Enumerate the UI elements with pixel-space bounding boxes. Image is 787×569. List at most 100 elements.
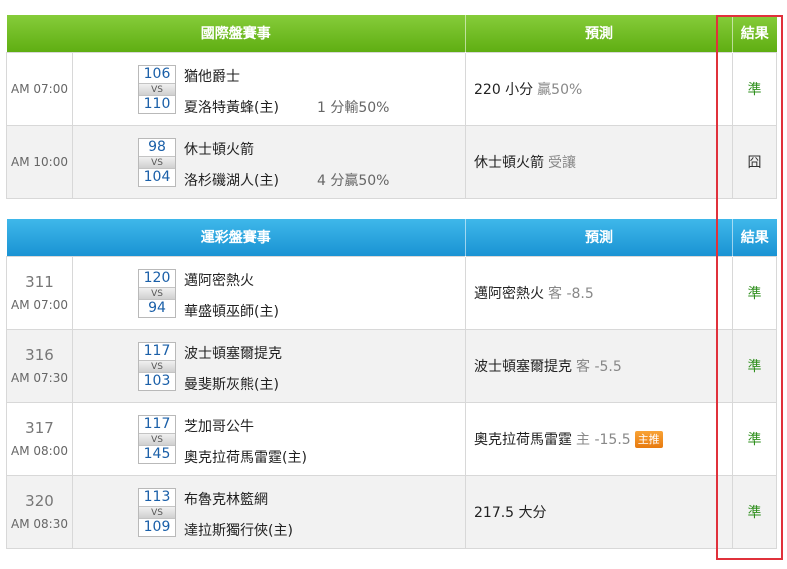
prediction-main: 邁阿密熱火 [474,285,544,302]
prediction-sub: 客 -5.5 [576,358,622,375]
vs-label: VS [139,432,175,446]
game-time: AM 07:00 [11,298,68,312]
away-team: 休士頓火箭 [184,141,254,158]
prediction-cell: 217.5 大分 [465,474,733,549]
score-box: 106 VS 110 [138,64,176,114]
result-cell: 準 [732,401,777,476]
table-row: 316 AM 07:30 117 VS 103 波士頓塞爾提克 曼斐斯灰熊(主)… [6,328,777,403]
vs-label: VS [139,155,175,169]
game-time: AM 08:30 [11,517,68,531]
away-score: 117 [143,342,171,359]
home-score: 109 [143,518,171,535]
score-box: 117 VS 145 [138,414,176,464]
prediction-cell: 220 小分 贏50% [465,51,733,126]
result-cell: 準 [732,255,777,330]
handicap-result: 4 分贏50% [317,172,390,189]
prediction-cell: 波士頓塞爾提克客 -5.5 [465,328,733,403]
home-score: 104 [143,168,171,185]
vs-label: VS [139,286,175,300]
vs-label: VS [139,505,175,519]
home-team: 達拉斯獨行俠(主) [184,522,293,539]
international-header-prediction: 預測 [465,15,733,52]
result-cell: 準 [732,51,777,126]
international-header-result: 結果 [740,26,769,43]
prediction-sub: 主 -15.5 [576,431,631,448]
away-score: 106 [143,65,171,82]
home-score: 145 [143,445,171,462]
table-row: 311 AM 07:00 120 VS 94 邁阿密熱火 華盛頓巫師(主) 邁阿… [6,255,777,330]
international-header-title: 國際盤賽事 [6,15,466,52]
match-cell: 113 VS 109 布魯克林籃網 達拉斯獨行俠(主) [72,474,466,549]
away-team: 布魯克林籃網 [184,491,268,508]
handicap-result: 1 分輸50% [317,99,390,116]
away-score: 113 [143,488,171,505]
home-team: 華盛頓巫師(主) [184,303,279,320]
score-box: 113 VS 109 [138,487,176,537]
away-score: 117 [143,415,171,432]
game-number: 311 [25,273,54,291]
score-box: 117 VS 103 [138,341,176,391]
table-row: AM 10:00 98 VS 104 休士頓火箭 洛杉磯湖人(主) 4 分贏50… [6,124,777,199]
away-team: 芝加哥公牛 [184,418,254,435]
score-box: 120 VS 94 [138,268,176,318]
match-cell: 98 VS 104 休士頓火箭 洛杉磯湖人(主) 4 分贏50% [72,124,466,199]
recommended-badge: 主推 [634,430,663,448]
home-score: 110 [143,95,171,112]
lottery-header-prediction: 預測 [465,219,733,256]
game-time: AM 08:00 [11,444,68,458]
away-team: 邁阿密熱火 [184,272,254,289]
table-row: AM 07:00 106 VS 110 猶他爵士 夏洛特黃蜂(主) 1 分輸50… [6,51,777,126]
international-table: 國際盤賽事 預測 結果 AM 07:00 106 VS 110 猶他爵士 夏洛特… [6,15,777,199]
result-cell: 準 [732,474,777,549]
prediction-main: 波士頓塞爾提克 [474,358,572,375]
result-cell: 囧 [732,124,777,199]
time-cell: 316 AM 07:30 [6,328,73,403]
prediction-cell: 邁阿密熱火客 -8.5 [465,255,733,330]
lottery-table: 運彩盤賽事 預測 結果 311 AM 07:00 120 VS 94 邁阿密熱火… [6,219,777,549]
vs-label: VS [139,82,175,96]
game-number: 317 [25,419,54,437]
prediction-sub: 受讓 [548,154,576,171]
away-score: 120 [143,269,171,286]
result-cell: 準 [732,328,777,403]
home-score: 94 [148,299,166,316]
game-time: AM 10:00 [11,154,68,169]
prediction-main: 220 小分 [474,81,534,98]
match-cell: 120 VS 94 邁阿密熱火 華盛頓巫師(主) [72,255,466,330]
vs-label: VS [139,359,175,373]
home-team: 洛杉磯湖人(主) [184,172,279,189]
prediction-main: 奧克拉荷馬雷霆 [474,431,572,448]
table-row: 320 AM 08:30 113 VS 109 布魯克林籃網 達拉斯獨行俠(主)… [6,474,777,549]
home-team: 曼斐斯灰熊(主) [184,376,279,393]
match-cell: 117 VS 145 芝加哥公牛 奧克拉荷馬雷霆(主) [72,401,466,476]
game-number: 316 [25,346,54,364]
prediction-main: 休士頓火箭 [474,154,544,171]
game-time: AM 07:30 [11,371,68,385]
table-row: 317 AM 08:00 117 VS 145 芝加哥公牛 奧克拉荷馬雷霆(主)… [6,401,777,476]
prediction-sub: 客 -8.5 [548,285,594,302]
lottery-header-row: 運彩盤賽事 預測 結果 [6,219,777,256]
lottery-header-title: 運彩盤賽事 [6,219,466,256]
time-cell: 311 AM 07:00 [6,255,73,330]
match-cell: 106 VS 110 猶他爵士 夏洛特黃蜂(主) 1 分輸50% [72,51,466,126]
time-cell: 317 AM 08:00 [6,401,73,476]
time-cell: 320 AM 08:30 [6,474,73,549]
match-cell: 117 VS 103 波士頓塞爾提克 曼斐斯灰熊(主) [72,328,466,403]
home-score: 103 [143,372,171,389]
prediction-sub: 贏50% [537,81,583,98]
away-score: 98 [148,138,166,155]
prediction-cell: 奧克拉荷馬雷霆主 -15.5 主推 [465,401,733,476]
home-team: 奧克拉荷馬雷霆(主) [184,449,307,466]
international-header-row: 國際盤賽事 預測 結果 [6,15,777,52]
prediction-cell: 休士頓火箭 受讓 [465,124,733,199]
score-box: 98 VS 104 [138,137,176,187]
game-number: 320 [25,492,54,510]
prediction-main: 217.5 大分 [474,504,547,521]
away-team: 猶他爵士 [184,68,240,85]
home-team: 夏洛特黃蜂(主) [184,99,279,116]
game-time: AM 07:00 [11,81,68,96]
time-cell: AM 10:00 [6,124,73,199]
time-cell: AM 07:00 [6,51,73,126]
lottery-header-result: 結果 [740,230,769,247]
away-team: 波士頓塞爾提克 [184,345,282,362]
